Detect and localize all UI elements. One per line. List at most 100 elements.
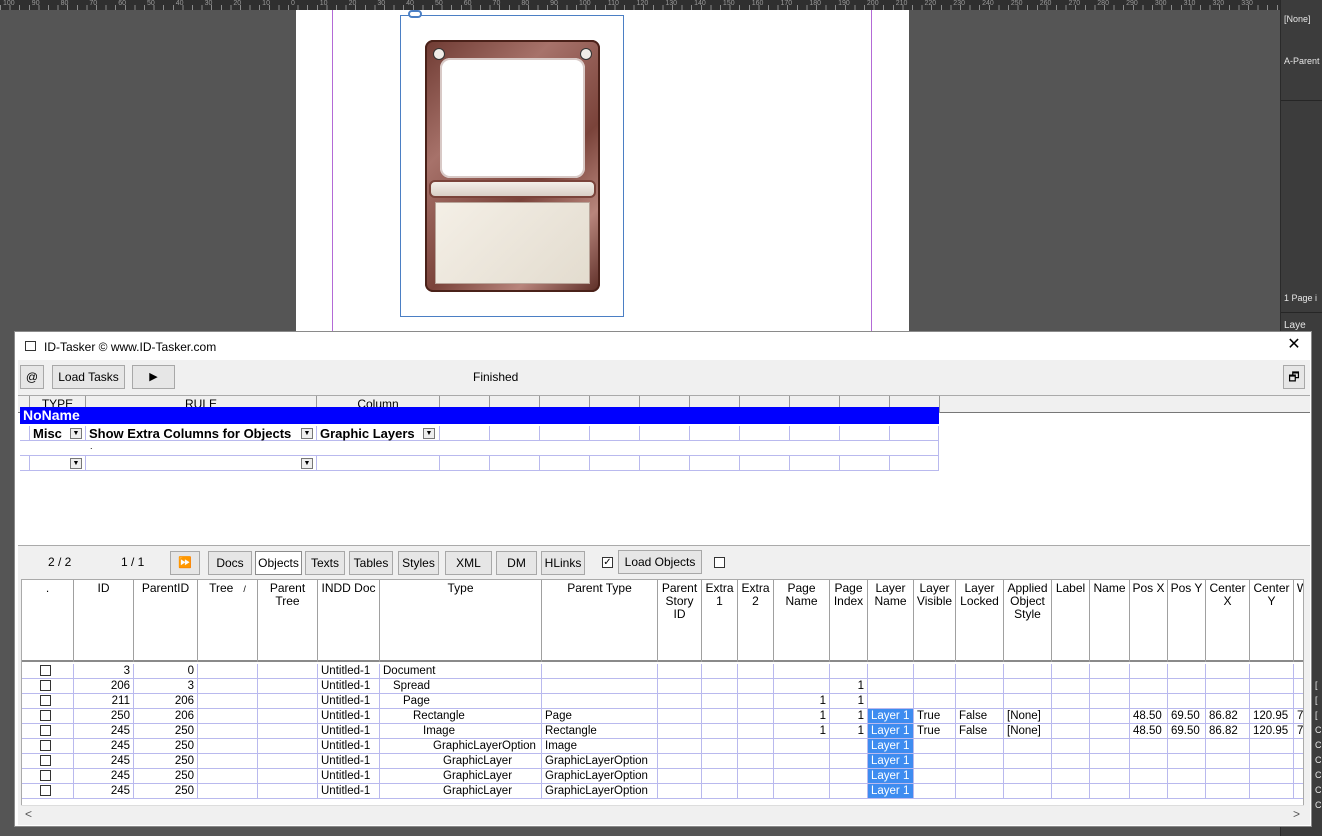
cell-page_name[interactable]: 1 bbox=[774, 724, 830, 739]
cell-pos_x[interactable]: 48.50 bbox=[1130, 724, 1168, 739]
cell-pos_y[interactable] bbox=[1168, 664, 1206, 679]
card-frame-image[interactable] bbox=[425, 40, 600, 292]
cell-cy[interactable] bbox=[1250, 754, 1294, 769]
cell-empty[interactable] bbox=[1090, 739, 1130, 754]
cell-empty[interactable] bbox=[1052, 739, 1090, 754]
cell-parent_id[interactable]: 0 bbox=[134, 664, 198, 679]
cell-cx[interactable] bbox=[1206, 754, 1250, 769]
cell-empty[interactable] bbox=[258, 694, 318, 709]
cell-parent_id[interactable]: 250 bbox=[134, 769, 198, 784]
row-checkbox[interactable] bbox=[40, 710, 51, 721]
cell-pos_y[interactable] bbox=[1168, 679, 1206, 694]
cell-page_index[interactable] bbox=[830, 784, 868, 799]
cell-empty[interactable] bbox=[738, 754, 774, 769]
rule-name-bar[interactable]: NoName bbox=[20, 407, 939, 424]
cell-pos_y[interactable] bbox=[1168, 784, 1206, 799]
cell-visible[interactable] bbox=[914, 769, 956, 784]
cell-doc[interactable]: Untitled-1 bbox=[318, 694, 380, 709]
tab-dm[interactable]: DM bbox=[496, 551, 537, 575]
cell-parent_type[interactable] bbox=[542, 694, 658, 709]
column-header[interactable]: Extra 1 bbox=[702, 580, 738, 662]
cell-empty[interactable] bbox=[1090, 754, 1130, 769]
cell-page_index[interactable]: 1 bbox=[830, 709, 868, 724]
cell-cx[interactable] bbox=[1206, 664, 1250, 679]
cell-pos_y[interactable] bbox=[1168, 739, 1206, 754]
cell-empty[interactable] bbox=[702, 694, 738, 709]
tab-xml[interactable]: XML bbox=[445, 551, 492, 575]
cell-empty[interactable] bbox=[702, 724, 738, 739]
cell-style[interactable] bbox=[1004, 694, 1052, 709]
cell-parent_id[interactable]: 250 bbox=[134, 784, 198, 799]
cell-pos_y[interactable] bbox=[1168, 694, 1206, 709]
cell-empty[interactable] bbox=[198, 679, 258, 694]
cell-page_name[interactable] bbox=[774, 784, 830, 799]
cell-empty[interactable] bbox=[738, 679, 774, 694]
row-checkbox-cell[interactable] bbox=[22, 754, 74, 769]
horizontal-scrollbar[interactable]: < > bbox=[21, 805, 1304, 822]
row-checkbox-cell[interactable] bbox=[22, 664, 74, 679]
cell-empty[interactable] bbox=[702, 679, 738, 694]
cell-parent_type[interactable]: GraphicLayerOption bbox=[542, 769, 658, 784]
column-header[interactable]: ID bbox=[74, 580, 134, 662]
cell-style[interactable] bbox=[1004, 784, 1052, 799]
cell-locked[interactable] bbox=[956, 784, 1004, 799]
cell-visible[interactable]: True bbox=[914, 709, 956, 724]
cell-empty[interactable] bbox=[702, 769, 738, 784]
cell-empty[interactable] bbox=[258, 679, 318, 694]
cell-empty[interactable] bbox=[258, 664, 318, 679]
cell-pos_x[interactable] bbox=[1130, 679, 1168, 694]
cell-parent_id[interactable]: 250 bbox=[134, 739, 198, 754]
table-row[interactable]: 245 250 Untitled-1 GraphicLayer GraphicLayer… bbox=[22, 754, 1303, 769]
cell-type[interactable]: GraphicLayer bbox=[380, 784, 542, 799]
new-rule-cell[interactable]: ▼ bbox=[86, 456, 317, 471]
column-header[interactable]: ParentID bbox=[134, 580, 198, 662]
cell-visible[interactable] bbox=[914, 694, 956, 709]
rule-blank-cell[interactable] bbox=[840, 426, 890, 441]
cell-locked[interactable] bbox=[956, 739, 1004, 754]
cell-empty[interactable] bbox=[658, 769, 702, 784]
cell-id[interactable]: 245 bbox=[74, 724, 134, 739]
cell-doc[interactable]: Untitled-1 bbox=[318, 664, 380, 679]
cell-page_index[interactable]: 1 bbox=[830, 694, 868, 709]
column-header[interactable]: Applied Object Style bbox=[1004, 580, 1052, 662]
cell-page_name[interactable] bbox=[774, 664, 830, 679]
row-checkbox-cell[interactable] bbox=[22, 679, 74, 694]
column-header[interactable]: Tree / bbox=[198, 580, 258, 662]
cell-page_name[interactable]: 1 bbox=[774, 709, 830, 724]
tab-styles[interactable]: Styles bbox=[398, 551, 439, 575]
cell-style[interactable] bbox=[1004, 769, 1052, 784]
load-objects-checkbox[interactable]: ✓ bbox=[602, 557, 613, 568]
cell-doc[interactable]: Untitled-1 bbox=[318, 769, 380, 784]
cell-type[interactable]: Document bbox=[380, 664, 542, 679]
table-row[interactable]: 250 206 Untitled-1 Rectangle Page 1 1 Layer 1 Tr… bbox=[22, 709, 1303, 724]
cell-style[interactable] bbox=[1004, 754, 1052, 769]
cell-style[interactable]: [None] bbox=[1004, 724, 1052, 739]
rule-blank-cell[interactable] bbox=[890, 426, 939, 441]
cell-pos_y[interactable]: 69.50 bbox=[1168, 724, 1206, 739]
cell-empty[interactable] bbox=[1090, 724, 1130, 739]
cell-empty[interactable] bbox=[1090, 664, 1130, 679]
cell-empty[interactable] bbox=[658, 709, 702, 724]
cell-page_name[interactable] bbox=[774, 739, 830, 754]
cell-w[interactable] bbox=[1294, 679, 1303, 694]
none-label[interactable]: [None] bbox=[1284, 14, 1311, 24]
cell-parent_type[interactable]: GraphicLayerOption bbox=[542, 784, 658, 799]
cell-locked[interactable] bbox=[956, 754, 1004, 769]
cell-empty[interactable] bbox=[658, 784, 702, 799]
cell-doc[interactable]: Untitled-1 bbox=[318, 709, 380, 724]
cell-visible[interactable] bbox=[914, 739, 956, 754]
restore-icon[interactable]: 🗗 bbox=[1283, 365, 1305, 389]
column-header[interactable]: Center Y bbox=[1250, 580, 1294, 662]
cell-empty[interactable] bbox=[738, 664, 774, 679]
cell-parent_id[interactable]: 250 bbox=[134, 754, 198, 769]
row-checkbox-cell[interactable] bbox=[22, 694, 74, 709]
cell-empty[interactable] bbox=[738, 709, 774, 724]
tab-objects[interactable]: Objects bbox=[255, 551, 302, 575]
cell-cy[interactable]: 120.95 bbox=[1250, 709, 1294, 724]
close-button[interactable]: ✕ bbox=[1285, 336, 1303, 354]
cell-pos_x[interactable] bbox=[1130, 739, 1168, 754]
row-checkbox-cell[interactable] bbox=[22, 784, 74, 799]
cell-id[interactable]: 245 bbox=[74, 754, 134, 769]
cell-type[interactable]: Page bbox=[380, 694, 542, 709]
cell-layer[interactable]: Layer 1 bbox=[868, 784, 914, 799]
